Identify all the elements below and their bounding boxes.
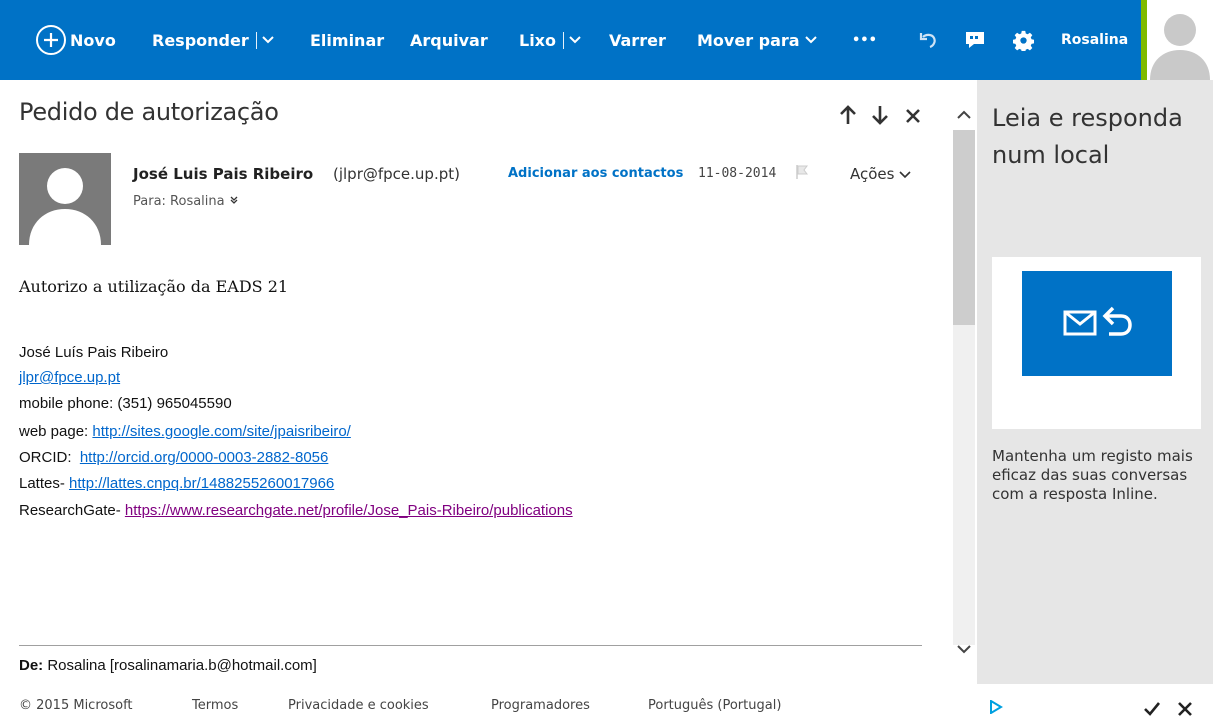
command-bar: Novo Responder Eliminar Arquivar Lixo Va… [0,0,1213,80]
footer-language-link[interactable]: Português (Portugal) [648,698,781,713]
message-body-text: Autorizo a utilização da EADS 21 [19,277,289,296]
more-icon: ••• [852,32,877,48]
sender-avatar[interactable] [19,153,111,245]
chevron-down-icon[interactable] [569,35,581,45]
junk-button[interactable]: Lixo [519,0,581,80]
person-icon [1147,0,1213,80]
signature-email: jlpr@fpce.up.pt [19,369,120,386]
signature-web: web page: http://sites.google.com/site/j… [19,423,351,440]
move-to-button[interactable]: Mover para [697,0,817,80]
footer [0,684,1213,722]
divider [255,31,257,49]
quote-divider [19,645,922,646]
close-icon[interactable] [903,104,923,126]
archive-button[interactable]: Arquivar [410,0,488,80]
signature-web-prefix: web page: [19,423,93,440]
plus-icon [36,25,66,55]
add-to-contacts-link[interactable]: Adicionar aos contactos [508,166,683,181]
junk-button-label: Lixo [519,30,556,50]
signature-email-link[interactable]: jlpr@fpce.up.pt [19,369,120,386]
close-icon[interactable] [1176,700,1194,718]
expand-icon[interactable] [229,195,239,205]
signature-mobile: mobile phone: (351) 965045590 [19,395,232,412]
archive-button-label: Arquivar [410,30,488,50]
signature-researchgate-link[interactable]: https://www.researchgate.net/profile/Jos… [125,502,573,519]
chevron-down-icon[interactable] [262,35,274,45]
recipients-text: Para: Rosalina [133,194,225,209]
signature-orcid: ORCID: http://orcid.org/0000-0003-2882-8… [19,449,328,466]
footer-terms-link[interactable]: Termos [192,698,238,713]
recipients-line[interactable]: Para: Rosalina [133,194,239,209]
chat-button[interactable] [965,0,985,80]
signature-lattes: Lattes- http://lattes.cnpq.br/1488255260… [19,475,334,492]
signature-researchgate-prefix: ResearchGate- [19,502,125,519]
actions-menu-label: Ações [850,165,895,183]
message-date: 11-08-2014 [698,166,777,181]
promo-title: Leia e responda num local [992,104,1183,169]
scrollbar-thumb[interactable] [953,130,975,325]
new-button-label: Novo [70,30,116,50]
promo-text: Mantenha um registo mais eficaz das suas… [992,447,1193,503]
person-icon [19,153,111,245]
move-to-button-label: Mover para [697,30,800,50]
user-name: Rosalina [1061,32,1129,48]
chevron-down-icon [899,171,911,179]
more-button[interactable]: ••• [852,0,877,80]
signature-orcid-link[interactable]: http://orcid.org/0000-0003-2882-8056 [80,449,329,466]
divider [563,31,564,49]
arrow-down-icon[interactable] [870,104,890,126]
quoted-from-line: De: Rosalina [rosalinamaria.b@hotmail.co… [19,657,317,674]
undo-button[interactable] [918,0,938,80]
delete-button-label: Eliminar [310,30,385,50]
delete-button[interactable]: Eliminar [310,0,384,80]
signature-web-link[interactable]: http://sites.google.com/site/jpaisribeir… [92,423,350,440]
sweep-button-label: Varrer [609,30,666,50]
chat-icon [966,32,984,48]
chevron-down-icon [804,36,817,44]
flag-icon[interactable] [795,164,809,180]
signature-lattes-prefix: Lattes- [19,475,70,492]
quoted-from-label: De: [19,657,44,674]
signature-researchgate: ResearchGate- https://www.researchgate.n… [19,502,573,519]
signature-lattes-link[interactable]: http://lattes.cnpq.br/1488255260017966 [69,475,334,492]
adchoices-icon[interactable] [989,700,1003,714]
user-avatar[interactable] [1141,0,1213,80]
sweep-button[interactable]: Varrer [609,0,666,80]
new-button[interactable]: Novo [36,0,116,80]
arrow-up-icon[interactable] [838,104,858,126]
actions-menu[interactable]: Ações [850,165,911,183]
footer-privacy-link[interactable]: Privacidade e cookies [288,698,429,713]
inline-reply-button[interactable] [1022,271,1172,376]
check-icon[interactable] [1143,700,1161,718]
signature-name: José Luís Pais Ribeiro [19,344,169,361]
settings-button[interactable] [1013,0,1034,80]
reply-button[interactable]: Responder [152,0,274,80]
quoted-from-value: Rosalina [rosalinamaria.b@hotmail.com] [43,657,317,674]
sender-name[interactable]: José Luis Pais Ribeiro [133,165,313,183]
reply-button-label: Responder [152,30,249,50]
message-subject: Pedido de autorização [19,98,279,126]
scroll-down-icon[interactable] [954,640,974,658]
envelope-reply-icon [1063,306,1132,336]
user-menu[interactable]: Rosalina [1061,0,1128,80]
undo-icon [919,33,936,49]
footer-developers-link[interactable]: Programadores [491,698,590,713]
sender-email: (jlpr@fpce.up.pt) [333,165,460,183]
scroll-up-icon[interactable] [954,106,974,124]
signature-orcid-prefix: ORCID: [19,449,80,466]
footer-copyright: © 2015 Microsoft [19,698,133,713]
gear-icon [1013,30,1034,51]
